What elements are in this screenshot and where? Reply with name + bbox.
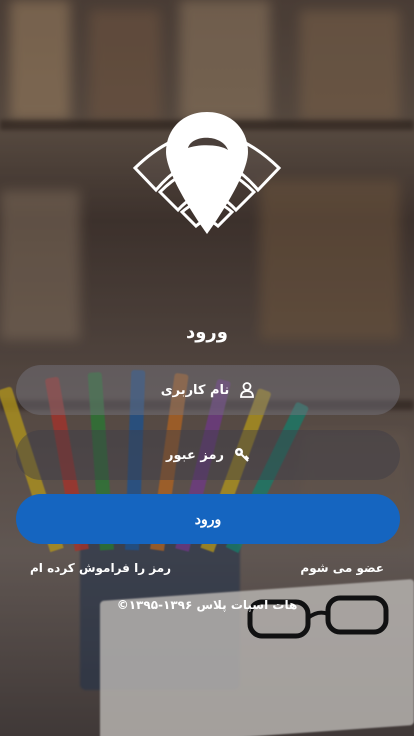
login-button[interactable]: ورود: [16, 494, 400, 544]
user-icon: [239, 382, 255, 398]
username-placeholder: نام کاربری: [160, 382, 230, 398]
forgot-password-link[interactable]: رمز را فراموش کرده ام: [30, 561, 171, 575]
password-field[interactable]: رمز عبور: [16, 430, 400, 480]
join-link[interactable]: عضو می شوم: [300, 561, 384, 575]
copyright-text: ©۱۳۹۵-۱۳۹۶ هات اسپات پلاس: [116, 598, 298, 612]
page-title: ورود: [186, 322, 228, 343]
key-icon: [234, 447, 250, 463]
username-field[interactable]: نام کاربری: [16, 365, 400, 415]
password-placeholder: رمز عبور: [166, 447, 224, 463]
login-screen: ورود نام کاربری رمز عبور ورود رمز را فرا…: [0, 0, 414, 736]
location-wifi-logo: [132, 112, 282, 234]
